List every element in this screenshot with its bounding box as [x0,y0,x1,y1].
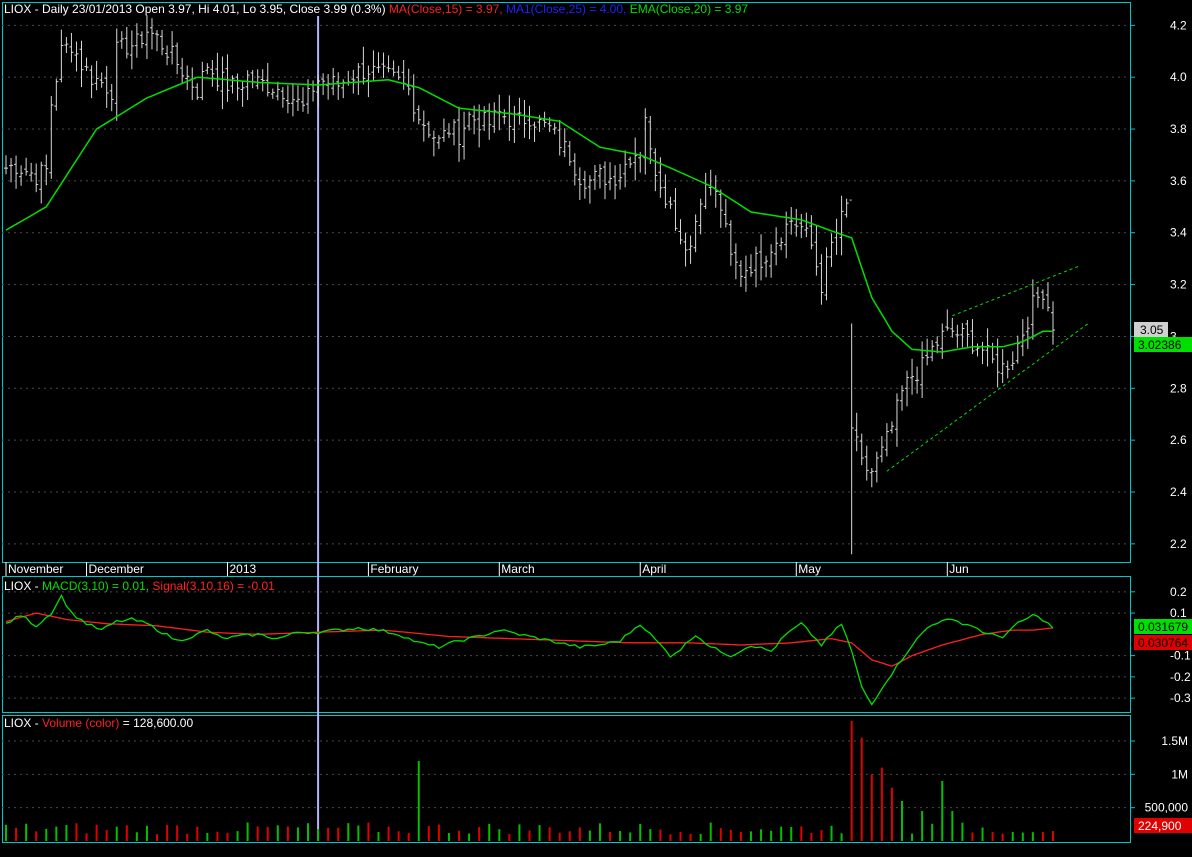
volume-tick-label: 1M [1171,767,1188,781]
price-tick-label: 3.2 [1170,278,1187,292]
month-label: April [642,562,666,576]
volume-tick-label: 1.5M [1161,734,1188,748]
price-tick-label: 4.0 [1170,70,1187,84]
macd-legend: LIOX - MACD(3,10) = 0.01, Signal(3,10,16… [4,579,275,593]
price-tick-label: 3.8 [1170,122,1187,136]
price-tick-label: 2.8 [1170,381,1187,395]
month-label: May [798,562,821,576]
volume-legend: LIOX - Volume (color) = 128,600.00 [4,716,193,730]
volume-panel-border [2,715,1131,843]
macd-value-label: 0.031679 [1138,620,1188,634]
macd-tick-label: -0.1 [1170,649,1191,663]
ma1-legend: MA1(Close,25) = 4.00, [505,2,627,16]
ema-legend: EMA(Close,20) = 3.97 [629,2,749,16]
price-legend-prefix: LIOX - Daily 23/01/2013 Open 3.97, Hi 4.… [4,2,386,16]
volume-tick-label: 500,000 [1145,801,1189,815]
month-label: 2013 [229,562,256,576]
volume-legend-prefix: LIOX - [4,716,39,730]
ma-legend: MA(Close,15) = 3.97, [388,2,503,16]
month-label: Jun [949,562,968,576]
month-label: February [370,562,418,576]
volume-legend-name: Volume (color) [42,716,120,730]
trendline-upper [952,265,1079,317]
macd-tick-label: -0.2 [1170,670,1191,684]
macd-legend-prefix: LIOX - [4,579,39,593]
chart-window: 2.2 2.4 2.6 2.8 3 3.2 3.4 3.6 3.8 4.0 4.2 November D… [0,0,1192,857]
macd-legend-macd: MACD(3,10) = 0.01, [42,579,150,593]
ema-value-label: 3.02386 [1138,338,1182,352]
month-label: November [8,562,63,576]
price-tick-label: 2.6 [1170,433,1187,447]
macd-tick-label: 0.2 [1170,585,1187,599]
last-price-label: 3.05 [1140,323,1164,337]
month-label: March [501,562,534,576]
volume-value-label: 224,900 [1138,819,1182,833]
price-panel-border [2,2,1131,563]
month-label: December [89,562,144,576]
volume-legend-value: = 128,600.00 [122,716,194,730]
macd-tick-label: -0.3 [1170,691,1191,705]
signal-line [5,612,1054,667]
price-tick-label: 3.6 [1170,174,1187,188]
price-tick-label: 3.4 [1170,226,1187,240]
price-tick-label: 2.2 [1170,537,1187,551]
price-legend: LIOX - Daily 23/01/2013 Open 3.97, Hi 4.… [4,2,748,16]
macd-legend-signal: Signal(3,10,16) = -0.01 [152,579,275,593]
price-tick-label: 4.2 [1170,18,1187,32]
macd-line [5,593,1054,706]
macd-tick-label: 0.1 [1170,606,1187,620]
price-tick-label: 2.4 [1170,485,1187,499]
signal-value-label: 0.030764 [1138,636,1188,650]
